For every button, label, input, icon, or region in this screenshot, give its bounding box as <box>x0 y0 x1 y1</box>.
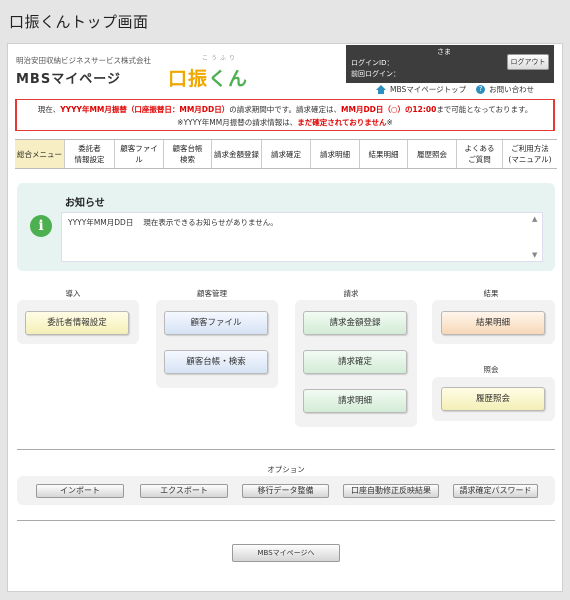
notice-text: ※ <box>386 118 393 127</box>
notice-text: ※YYYY年MM月振替の請求情報は、 <box>177 118 298 127</box>
nav-billing-details[interactable]: 請求明細 <box>311 140 360 168</box>
main-page: 明治安田収納ビジネスサービス株式会社 MBSマイページ こうふり 口振くん さま… <box>7 43 563 592</box>
notice-highlight: MM月DD日（○）の12:00 <box>341 105 437 114</box>
nav-manual[interactable]: ご利用方法 (マニュアル) <box>503 140 557 168</box>
group-inquiry-title: 照会 <box>483 365 499 374</box>
billing-details-button[interactable]: 請求明細 <box>303 389 407 413</box>
group-inquiry-panel: 履歴照会 <box>432 377 555 421</box>
group-billing-panel: 請求金額登録 請求確定 請求明細 <box>295 300 417 427</box>
notice-line-2: ※YYYY年MM月振替の請求情報は、まだ確定されておりません※ <box>17 116 553 129</box>
contact-link[interactable]: お問い合わせ <box>489 84 534 95</box>
notice-line-1: 現在、YYYY年MM月振替（口座振替日：MM月DD日）の請求期間中です。請求確定… <box>17 103 553 116</box>
brand-logo-b: くん <box>208 68 249 90</box>
brand-logo-a: 口振 <box>168 68 209 90</box>
nav-billing-confirm[interactable]: 請求確定 <box>262 140 311 168</box>
group-billing-title: 請求 <box>343 289 359 298</box>
nav-history[interactable]: 履歴照会 <box>408 140 457 168</box>
group-customer-title: 顧客管理 <box>197 289 227 298</box>
nav-consignor-settings[interactable]: 委託者 情報設定 <box>65 140 115 168</box>
billing-amount-button[interactable]: 請求金額登録 <box>303 311 407 335</box>
home-icon <box>376 85 386 94</box>
nav-general-menu[interactable]: 総合メニュー <box>15 140 65 168</box>
nav-result-details[interactable]: 結果明細 <box>360 140 408 168</box>
announcement-scrollbar[interactable]: ▲ ▼ <box>532 215 540 259</box>
announcement-message: 現在表示できるお知らせがありません。 <box>143 218 278 227</box>
billing-notice: 現在、YYYY年MM月振替（口座振替日：MM月DD日）の請求期間中です。請求確定… <box>15 99 555 131</box>
nav-customer-file[interactable]: 顧客ファイル <box>115 140 164 168</box>
group-result-panel: 結果明細 <box>432 300 555 344</box>
brand-ruby: こうふり <box>202 55 239 62</box>
group-customer-panel: 顧客ファイル 顧客台帳・検索 <box>156 300 278 388</box>
group-result-title: 結果 <box>483 289 499 298</box>
billing-confirm-button[interactable]: 請求確定 <box>303 350 407 374</box>
notice-text: まで可能となっております。 <box>436 105 533 114</box>
login-id-label: ログインID： <box>351 59 394 67</box>
scroll-up-icon[interactable]: ▲ <box>532 215 537 223</box>
divider-bottom <box>17 520 555 521</box>
divider-top <box>17 449 555 450</box>
top-links: MBSマイページトップ ? お問い合わせ <box>376 84 534 95</box>
notice-text: 現在、 <box>37 105 61 114</box>
main-nav: 総合メニュー 委託者 情報設定 顧客ファイル 顧客台帳 検索 請求金額登録 請求… <box>15 139 557 169</box>
notice-highlight: まだ確定されておりません <box>297 118 387 127</box>
options-title: オプション <box>267 465 305 474</box>
last-login-label: 前回ログイン： <box>351 70 400 78</box>
billing-confirm-password-button[interactable]: 請求確定パスワード <box>453 484 538 498</box>
info-icon: i <box>30 215 52 237</box>
nav-billing-amount[interactable]: 請求金額登録 <box>212 140 262 168</box>
company-name: 明治安田収納ビジネスサービス株式会社 <box>16 56 151 65</box>
group-intro-panel: 委託者情報設定 <box>17 300 139 344</box>
notice-highlight: YYYY年MM月振替（口座振替日：MM月DD日） <box>60 105 230 114</box>
announcement-date: YYYY年MM月DD日 <box>68 218 134 227</box>
migration-data-button[interactable]: 移行データ整備 <box>242 484 329 498</box>
options-panel: インポート エクスポート 移行データ整備 口座自動修正反映結果 請求確定パスワー… <box>17 476 555 505</box>
announcement-list[interactable]: YYYY年MM月DD日 現在表示できるお知らせがありません。 ▲ ▼ <box>61 212 543 262</box>
scroll-down-icon[interactable]: ▼ <box>532 251 537 259</box>
help-icon: ? <box>476 85 486 94</box>
mypage-top-link[interactable]: MBSマイページトップ <box>390 84 466 95</box>
screen-title: 口振くんトップ画面 <box>9 13 149 31</box>
logout-button[interactable]: ログアウト <box>507 54 549 70</box>
account-correction-result-button[interactable]: 口座自動修正反映結果 <box>343 484 439 498</box>
login-box: さま ログインID： 前回ログイン： ログアウト <box>346 45 554 83</box>
history-button[interactable]: 履歴照会 <box>441 387 545 411</box>
site-name: MBSマイページ <box>16 72 121 87</box>
customer-ledger-button[interactable]: 顧客台帳・検索 <box>164 350 268 374</box>
announcement-title: お知らせ <box>65 198 105 209</box>
nav-faq[interactable]: よくある ご質問 <box>457 140 503 168</box>
nav-customer-ledger[interactable]: 顧客台帳 検索 <box>164 140 212 168</box>
import-button[interactable]: インポート <box>36 484 124 498</box>
consignor-settings-button[interactable]: 委託者情報設定 <box>25 311 129 335</box>
mbs-mypage-button[interactable]: MBSマイページへ <box>232 544 340 562</box>
result-details-button[interactable]: 結果明細 <box>441 311 545 335</box>
brand-logo[interactable]: 口振くん <box>168 64 248 91</box>
announcement-panel: お知らせ i YYYY年MM月DD日 現在表示できるお知らせがありません。 ▲ ▼ <box>17 183 555 271</box>
user-suffix: さま <box>437 48 451 56</box>
export-button[interactable]: エクスポート <box>140 484 228 498</box>
group-intro-title: 導入 <box>65 289 81 298</box>
notice-text: の請求期間中です。請求確定は、 <box>229 105 342 114</box>
customer-file-button[interactable]: 顧客ファイル <box>164 311 268 335</box>
